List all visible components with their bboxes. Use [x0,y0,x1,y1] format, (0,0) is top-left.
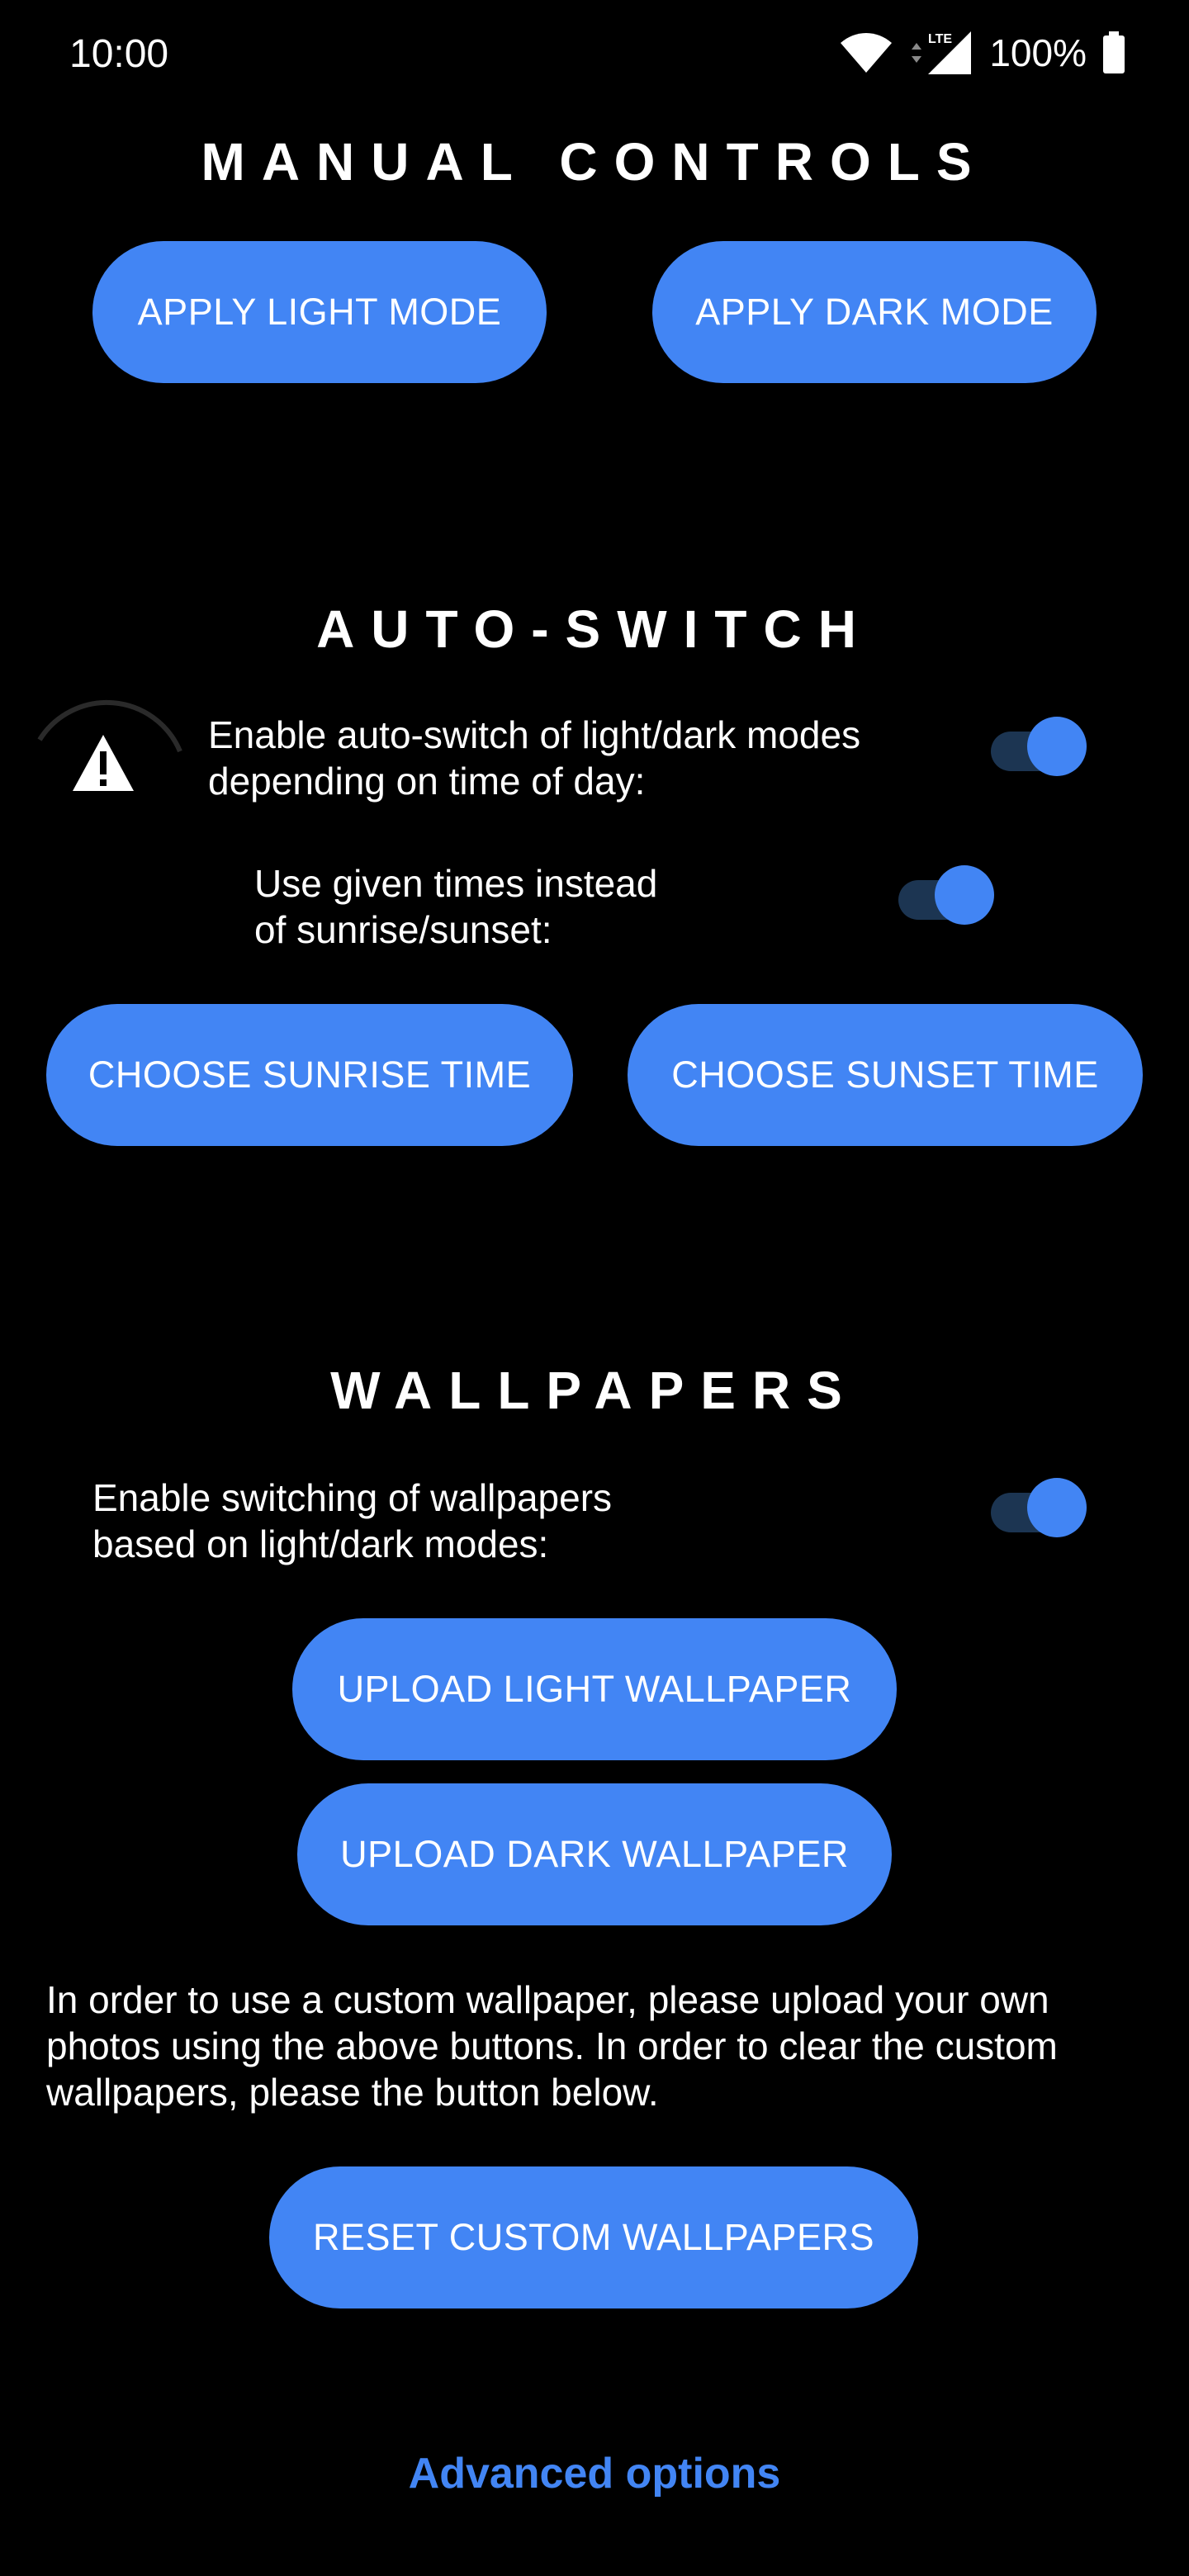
manual-controls-title: MANUAL CONTROLS [201,132,988,192]
lte-signal-icon: LTE [912,31,972,74]
upload-light-wallpaper-button[interactable]: UPLOAD LIGHT WALLPAPER [292,1618,897,1760]
status-icons: LTE 100% [839,28,1126,78]
warning-indicator [23,684,185,845]
lte-label: LTE [928,32,952,46]
battery-percentage: 100% [989,31,1087,74]
advanced-options-link[interactable]: Advanced options [0,2449,1189,2498]
auto-switch-thumb [1027,717,1087,776]
wallpaper-info-text: In order to use a custom wallpaper, plea… [46,1978,1058,2114]
given-times-label: Use given times instead of sunrise/sunse… [254,862,658,951]
warning-icon [37,699,182,791]
battery-icon [1103,31,1125,73]
given-times-toggle[interactable] [895,865,994,925]
reset-custom-wallpapers-button[interactable]: RESET CUSTOM WALLPAPERS [269,2166,918,2308]
wallpaper-switch-label: Enable switching of wallpapers based on … [92,1476,613,1565]
wallpaper-switch-toggle[interactable] [988,1478,1087,1537]
auto-switch-toggle[interactable] [988,717,1087,776]
choose-sunset-time-button[interactable]: CHOOSE SUNSET TIME [628,1004,1143,1146]
auto-switch-label: Enable auto-switch of light/dark modes d… [208,713,861,803]
given-times-thumb [935,865,994,925]
upload-dark-wallpaper-button[interactable]: UPLOAD DARK WALLPAPER [297,1783,892,1925]
wifi-icon [841,33,893,73]
auto-switch-title: AUTO-SWITCH [316,599,873,659]
apply-dark-mode-button[interactable]: APPLY DARK MODE [652,241,1097,383]
apply-light-mode-button[interactable]: APPLY LIGHT MODE [92,241,547,383]
status-time: 10:00 [69,32,169,76]
wallpaper-switch-thumb [1027,1478,1087,1537]
wallpapers-title: WALLPAPERS [330,1361,859,1420]
choose-sunrise-time-button[interactable]: CHOOSE SUNRISE TIME [46,1004,573,1146]
